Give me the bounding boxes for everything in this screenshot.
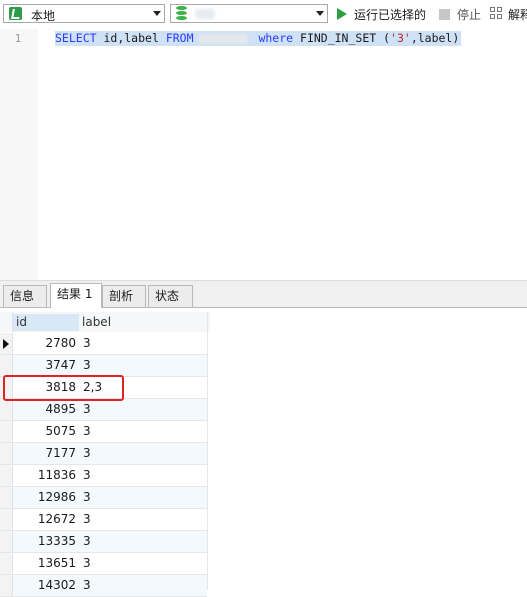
stop-label: 停止	[457, 7, 482, 22]
cell-label[interactable]: 3	[83, 553, 203, 574]
table-row[interactable]: 5075 3	[0, 421, 207, 443]
tab-profile[interactable]: 剖析	[102, 285, 146, 307]
database-icon	[176, 6, 187, 21]
cell-id[interactable]: 12672	[13, 509, 76, 530]
cell-id[interactable]: 14302	[13, 575, 76, 596]
row-selector[interactable]	[0, 421, 13, 442]
row-selector[interactable]	[0, 443, 13, 464]
toolbar: 本地 运行已选择的 停止 解释	[0, 0, 527, 30]
sql-editor[interactable]: 1 SELECT id,label FROM where FIND_IN_SET…	[0, 29, 527, 280]
row-selector[interactable]	[0, 399, 13, 420]
cell-label[interactable]: 3	[83, 421, 203, 442]
stop-icon	[439, 8, 450, 20]
table-row[interactable]: 2780 3	[0, 333, 207, 355]
cell-id[interactable]: 5075	[13, 421, 76, 442]
tab-result-1[interactable]: 结果 1	[50, 283, 102, 308]
explain-icon	[490, 7, 504, 21]
cell-label[interactable]: 3	[83, 333, 203, 354]
column-header-id[interactable]: id	[13, 314, 79, 331]
play-icon	[337, 8, 347, 20]
chevron-down-icon	[153, 11, 161, 16]
query-string-literal: '3'	[390, 31, 411, 45]
grid-header: id label	[0, 312, 210, 332]
column-header-label[interactable]: label	[79, 314, 207, 331]
query-function: FIND_IN_SET (	[300, 31, 391, 45]
cell-id[interactable]: 4895	[13, 399, 76, 420]
cell-label[interactable]: 3	[83, 487, 203, 508]
table-row[interactable]: 3747 3	[0, 355, 207, 377]
table-row[interactable]: 13651 3	[0, 553, 207, 575]
table-row[interactable]: 4895 3	[0, 399, 207, 421]
tab-status[interactable]: 状态	[148, 285, 193, 307]
row-selector[interactable]	[0, 465, 13, 486]
row-selector[interactable]	[0, 553, 13, 574]
sql-query-line[interactable]: SELECT id,label FROM where FIND_IN_SET (…	[55, 31, 462, 46]
table-row[interactable]: 14302 3	[0, 575, 207, 597]
explain-label: 解释	[508, 7, 527, 22]
tab-info[interactable]: 信息	[3, 285, 47, 307]
cell-id[interactable]: 12986	[13, 487, 76, 508]
stop-button[interactable]: 停止	[439, 5, 481, 23]
row-selector[interactable]	[0, 355, 13, 376]
result-tabbar: 信息 结果 1 剖析 状态	[0, 280, 527, 308]
keyword-from: FROM	[165, 31, 194, 45]
cell-label[interactable]: 3	[83, 575, 203, 596]
cell-id[interactable]: 13651	[13, 553, 76, 574]
row-selector[interactable]	[0, 531, 13, 552]
database-name-redacted	[195, 9, 215, 19]
table-name-redacted	[197, 33, 248, 44]
table-row[interactable]: 13335 3	[0, 531, 207, 553]
cell-label[interactable]: 3	[83, 443, 203, 464]
run-selected-button[interactable]: 运行已选择的	[337, 5, 426, 23]
keyword-select: SELECT	[55, 31, 97, 45]
explain-button[interactable]: 解释	[490, 5, 527, 23]
row-selector[interactable]	[0, 575, 13, 596]
highlight-annotation	[3, 375, 124, 401]
table-row[interactable]: 11836 3	[0, 465, 207, 487]
query-rest: ,label)	[410, 31, 460, 45]
cell-id[interactable]: 7177	[13, 443, 76, 464]
connection-label: 本地	[31, 9, 56, 23]
row-selector[interactable]	[0, 509, 13, 530]
cell-id[interactable]: 11836	[13, 465, 76, 486]
line-number: 1	[14, 32, 22, 45]
cell-label[interactable]: 3	[83, 509, 203, 530]
table-row[interactable]: 12986 3	[0, 487, 207, 509]
chevron-down-icon	[316, 11, 324, 16]
table-row[interactable]: 12672 3	[0, 509, 207, 531]
line-gutter: 1	[0, 29, 38, 280]
grid-divider	[207, 312, 208, 590]
row-selector[interactable]	[0, 487, 13, 508]
run-selected-label: 运行已选择的	[354, 7, 427, 22]
keyword-where: where	[258, 31, 294, 45]
connection-icon	[9, 7, 22, 20]
cell-label[interactable]: 3	[83, 399, 203, 420]
database-select[interactable]	[170, 4, 328, 23]
header-selector[interactable]	[0, 312, 13, 332]
cell-id[interactable]: 13335	[13, 531, 76, 552]
cell-id[interactable]: 3747	[13, 355, 76, 376]
cell-label[interactable]: 3	[83, 465, 203, 486]
table-row[interactable]: 7177 3	[0, 443, 207, 465]
connection-select[interactable]: 本地	[3, 4, 165, 23]
query-columns: id,label	[103, 31, 159, 45]
cell-id[interactable]: 2780	[13, 333, 76, 354]
current-row-arrow-icon	[3, 339, 9, 349]
row-selector[interactable]	[0, 333, 13, 354]
cell-label[interactable]: 3	[83, 531, 203, 552]
cell-label[interactable]: 3	[83, 355, 203, 376]
